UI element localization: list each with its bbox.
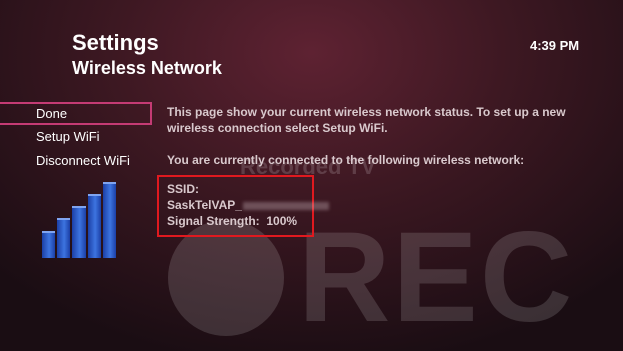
clock: 4:39 PM	[530, 38, 580, 53]
menu-item-done[interactable]: Done	[0, 102, 152, 125]
signal-bar	[72, 206, 86, 258]
status-panel: This page show your current wireless net…	[167, 104, 587, 168]
page-title: Settings	[72, 30, 159, 55]
ssid-label: SSID:	[167, 182, 200, 196]
menu-item-disconnect-wifi[interactable]: Disconnect WiFi	[0, 150, 152, 173]
signal-bar	[42, 230, 56, 258]
signal-strength-value: 100%	[266, 214, 298, 228]
menu-item-setup-wifi[interactable]: Setup WiFi	[0, 126, 152, 149]
ssid-row: SaskTelVAP_	[167, 197, 329, 213]
record-dot-icon	[168, 220, 284, 336]
signal-strength-label: Signal Strength:	[167, 214, 260, 228]
wifi-signal-bars-icon	[42, 182, 117, 258]
signal-bar	[87, 194, 101, 258]
settings-menu: Done Setup WiFi Disconnect WiFi	[0, 102, 152, 174]
rec-watermark-text: REC	[298, 206, 575, 349]
redacted-ssid-suffix	[242, 201, 329, 210]
signal-strength-row: Signal Strength: 100%	[167, 213, 329, 229]
network-info: SSID: SaskTelVAP_ Signal Strength: 100%	[167, 181, 329, 229]
connected-description: You are currently connected to the follo…	[167, 153, 525, 167]
page-subtitle: Wireless Network	[72, 58, 222, 78]
signal-bar	[57, 218, 71, 258]
status-description: This page show your current wireless net…	[167, 105, 566, 135]
ssid-value: SaskTelVAP_	[167, 198, 242, 212]
signal-bar	[102, 182, 117, 258]
